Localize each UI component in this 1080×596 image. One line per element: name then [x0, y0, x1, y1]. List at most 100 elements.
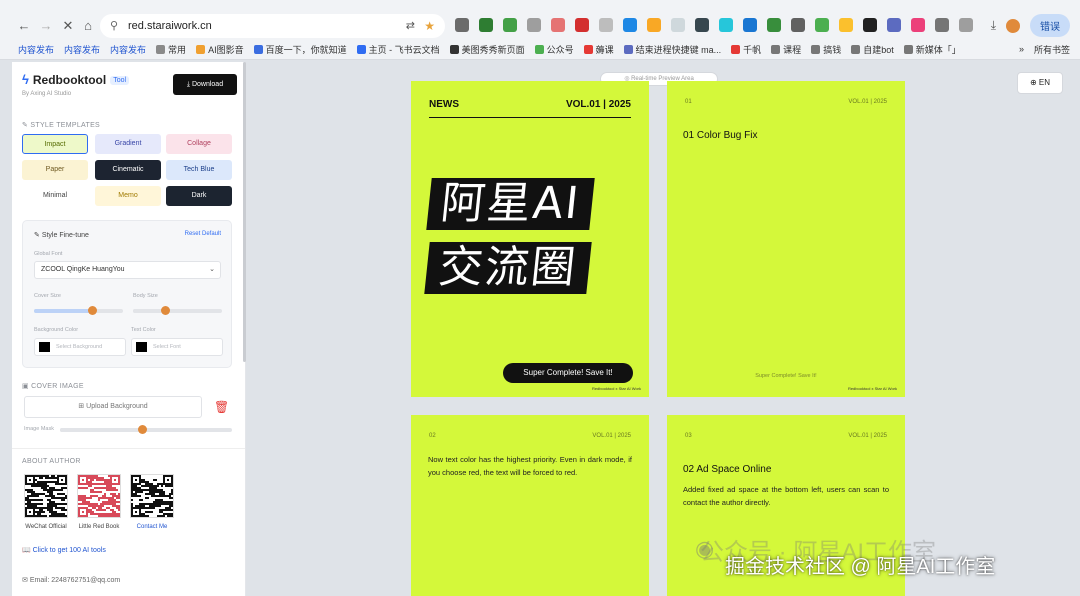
bookmarks-bar: 内容发布 内容发布 内容发布 常用 AI图影音 百度一下，你就知道 主页 - 飞书云文档 美图… — [0, 40, 1080, 58]
all-bookmarks[interactable]: 所有书签 — [1034, 43, 1070, 56]
bookmark-label: 搞钱 — [823, 44, 842, 55]
sidebar-scrollbar[interactable] — [243, 62, 246, 362]
forward-icon[interactable]: → — [36, 16, 56, 36]
extension-icon[interactable] — [599, 18, 613, 32]
extension-icon[interactable] — [551, 18, 565, 32]
bookmark-item[interactable]: 薅课 — [583, 43, 614, 56]
bookmark-item[interactable]: 结束进程快捷键 ma... — [623, 43, 721, 56]
bookmark-item[interactable]: 课程 — [771, 43, 801, 56]
back-icon[interactable]: ← — [14, 16, 34, 36]
bookmark-item[interactable]: 百度一下，你就知道 — [253, 43, 347, 56]
template-memo[interactable]: Memo — [95, 186, 161, 206]
extension-icon[interactable] — [671, 18, 685, 32]
body-size-thumb[interactable] — [160, 306, 170, 315]
book-icon: 📖 — [22, 547, 33, 554]
bookmark-item[interactable]: 搞钱 — [811, 43, 841, 56]
template-collage[interactable]: Collage — [166, 134, 232, 154]
download-label: Download — [191, 81, 224, 88]
trash-icon[interactable]: 🗑 — [214, 400, 229, 414]
extension-icon[interactable] — [935, 18, 949, 32]
bookmark-item[interactable]: 内容发布 — [18, 43, 54, 56]
divider — [12, 448, 245, 449]
extension-icon[interactable] — [479, 18, 493, 32]
text-color-picker[interactable]: Select Font — [131, 338, 223, 356]
reset-default-link[interactable]: Reset Default — [185, 231, 221, 237]
bookmark-item[interactable]: 美图秀秀新页面 — [449, 43, 525, 56]
extension-icon[interactable] — [767, 18, 781, 32]
extension-icon[interactable] — [863, 18, 877, 32]
text-card-2[interactable]: 02 VOL.01 | 2025 Now text color has the … — [411, 415, 649, 596]
extension-icon[interactable] — [911, 18, 925, 32]
global-font-label: Global Font — [34, 251, 63, 257]
bookmark-item[interactable]: 主页 - 飞书云文档 — [356, 43, 440, 56]
tools-link[interactable]: 📖 Click to get 100 AI tools — [22, 546, 106, 554]
image-mask-thumb[interactable] — [138, 425, 148, 434]
bookmark-item[interactable]: 常用 — [156, 43, 186, 56]
extension-icon[interactable] — [503, 18, 517, 32]
template-paper[interactable]: Paper — [22, 160, 88, 180]
extension-icon[interactable] — [623, 18, 637, 32]
extension-icon[interactable] — [695, 18, 709, 32]
extension-icon[interactable] — [815, 18, 829, 32]
cover-rule — [429, 117, 631, 118]
template-dark[interactable]: Dark — [166, 186, 232, 206]
puzzle-icon[interactable] — [959, 18, 973, 32]
card-credit: Redbooktool x Star AI Work — [847, 386, 897, 391]
cover-size-thumb[interactable] — [88, 306, 98, 315]
extension-icon[interactable] — [743, 18, 757, 32]
cover-image-label: ▣ COVER IMAGE — [22, 382, 84, 390]
template-tech-blue[interactable]: Tech Blue — [166, 160, 232, 180]
home-icon[interactable]: ⌂ — [78, 16, 98, 36]
template-impact[interactable]: Impact — [22, 134, 88, 154]
upload-background-button[interactable]: ⊞ Upload Background — [24, 396, 202, 418]
bookmark-item[interactable]: 内容发布 — [64, 43, 100, 56]
bookmark-item[interactable]: 内容发布 — [110, 43, 146, 56]
translate-icon[interactable]: ⇄ — [406, 14, 415, 38]
template-cinematic[interactable]: Cinematic — [95, 160, 161, 180]
image-icon: ▣ — [22, 383, 32, 390]
bookmark-item[interactable]: 千帆 — [731, 43, 761, 56]
address-bar[interactable]: ⚲ red.staraiwork.cn ⇄ ★ — [100, 14, 445, 38]
bookmark-icon — [583, 44, 593, 54]
language-button[interactable]: ⊕ EN — [1017, 72, 1063, 94]
extension-icon[interactable] — [839, 18, 853, 32]
extension-icon[interactable] — [455, 18, 469, 32]
url-text: red.staraiwork.cn — [128, 20, 212, 32]
extension-icon[interactable] — [791, 18, 805, 32]
bookmark-label: 薅课 — [595, 44, 614, 55]
sidebar: ϟ Redbooktool Tool By Axing AI Studio ⤓ Do… — [12, 62, 246, 596]
template-minimal[interactable]: Minimal — [22, 186, 88, 206]
site-info-icon[interactable]: ⚲ — [110, 14, 118, 38]
bookmark-item[interactable]: AI图影音 — [196, 43, 244, 56]
extensions-bar — [455, 18, 973, 32]
extension-icon[interactable] — [575, 18, 589, 32]
bookmark-item[interactable]: 新媒体「」 — [903, 43, 961, 56]
bg-color-picker[interactable]: Select Background — [34, 338, 126, 356]
extension-icon[interactable] — [887, 18, 901, 32]
cover-size-slider[interactable] — [34, 306, 123, 315]
download-icon[interactable]: ⤓ — [991, 18, 996, 33]
template-gradient[interactable]: Gradient — [95, 134, 161, 154]
extension-icon[interactable] — [647, 18, 661, 32]
bookmark-label: 千帆 — [743, 44, 762, 55]
extension-icon[interactable] — [527, 18, 541, 32]
global-font-select[interactable]: ZCOOL QingKe HuangYou ⌄ — [34, 261, 221, 279]
download-button[interactable]: ⤓ Download — [173, 74, 237, 95]
body-size-slider[interactable] — [133, 306, 222, 315]
template-label: Tech Blue — [183, 166, 215, 173]
email-line: ✉ Email: 2248762751@qq.com — [22, 576, 120, 584]
bookmark-label: 美图秀秀新页面 — [461, 44, 525, 55]
bookmark-item[interactable]: 自建bot — [851, 43, 894, 56]
more-bookmarks-icon[interactable]: » — [1019, 44, 1024, 54]
error-button[interactable]: 错误 — [1030, 14, 1070, 37]
qr-code-label[interactable]: Contact Me — [122, 524, 182, 530]
cover-card[interactable]: NEWS VOL.01 | 2025 阿星AI 交流圈 Super Comple… — [411, 81, 649, 397]
stop-icon[interactable]: ✕ — [58, 16, 78, 36]
text-card-1[interactable]: 01 VOL.01 | 2025 01 Color Bug Fix Super … — [667, 81, 905, 397]
extension-icon[interactable] — [719, 18, 733, 32]
avatar[interactable] — [1006, 18, 1020, 33]
bg-color-label: Background Color — [34, 327, 79, 333]
image-mask-slider[interactable] — [60, 425, 232, 434]
star-icon[interactable]: ★ — [424, 14, 435, 38]
bookmark-item[interactable]: 公众号 — [534, 43, 574, 56]
